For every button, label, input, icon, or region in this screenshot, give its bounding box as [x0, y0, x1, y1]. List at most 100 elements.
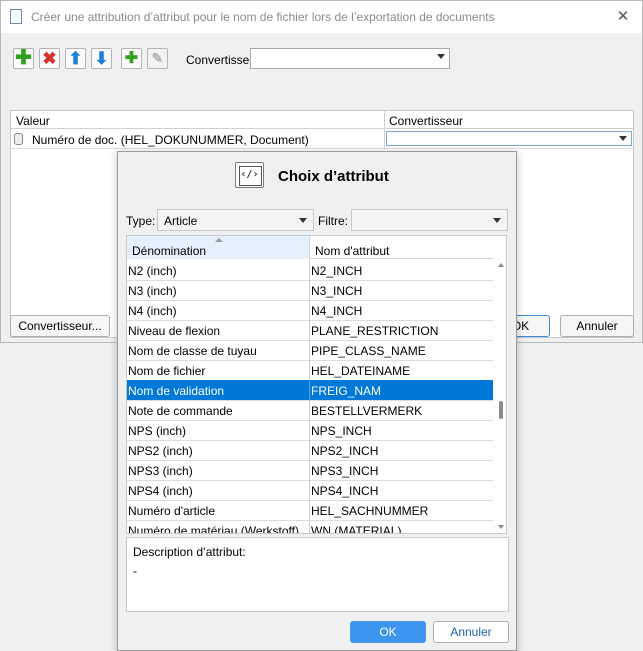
attr-key: HEL_SACHNUMMER — [311, 504, 429, 518]
modal-title: Choix d’attribut — [278, 168, 389, 185]
converter-button[interactable]: Convertisseur... — [10, 315, 110, 337]
list-item[interactable]: Note de commande BESTELLVERMERK — [127, 400, 493, 421]
attribute-description-box: Description d’attribut: - — [126, 537, 509, 612]
attr-name: Nom de validation — [128, 384, 225, 398]
attribute-list: Dénomination Nom d'attribut N2 (inch) N2_… — [126, 235, 507, 534]
attr-key: PIPE_CLASS_NAME — [311, 344, 426, 358]
converter-dropdown[interactable] — [250, 48, 450, 69]
type-label: Type: — [126, 214, 156, 228]
chevron-down-icon — [437, 54, 445, 59]
attr-key: FREIG_NAM — [311, 384, 382, 398]
attr-name: N3 (inch) — [128, 284, 177, 298]
list-item[interactable]: N3 (inch) N3_INCH — [127, 280, 493, 301]
attr-name: Note de commande — [128, 404, 233, 418]
attr-key: N4_INCH — [311, 304, 363, 318]
add-child-icon: ✚ — [124, 50, 139, 67]
scrollbar-thumb[interactable] — [499, 401, 503, 419]
chevron-down-icon — [619, 136, 627, 141]
list-scrollbar[interactable] — [495, 260, 506, 533]
filter-label: Filtre: — [318, 214, 348, 228]
attr-key: NPS2_INCH — [311, 444, 379, 458]
attr-name: N2 (inch) — [128, 264, 177, 278]
attr-name: Nom de fichier — [128, 364, 206, 378]
attr-key: N3_INCH — [311, 284, 363, 298]
type-dropdown-value: Article — [164, 214, 198, 228]
grid-row[interactable]: Numéro de doc. (HEL_DOKUNUMMER, Document… — [11, 129, 633, 149]
chevron-down-icon — [493, 218, 501, 223]
arrow-up-icon: ⬆ — [68, 49, 83, 68]
list-item[interactable]: NPS2 (inch) NPS2_INCH — [127, 440, 493, 461]
list-item[interactable]: N2 (inch) N2_INCH — [127, 260, 493, 281]
filter-dropdown[interactable] — [351, 209, 508, 231]
description-value: - — [133, 564, 137, 578]
attr-name: NPS3 (inch) — [128, 464, 193, 478]
column-divider — [309, 236, 310, 259]
outer-cancel-button[interactable]: Annuler — [560, 315, 634, 337]
sort-ascending-icon — [215, 238, 223, 242]
attr-name: N4 (inch) — [128, 304, 177, 318]
attr-key: NPS_INCH — [311, 424, 372, 438]
list-item[interactable]: NPS4 (inch) NPS4_INCH — [127, 480, 493, 501]
plus-icon: ✚ — [15, 47, 32, 69]
attr-name: NPS (inch) — [128, 424, 187, 438]
attr-name: Numéro d'article — [128, 504, 215, 518]
attr-name: Nom de classe de tuyau — [128, 344, 257, 358]
column-divider — [384, 129, 385, 149]
move-down-button[interactable]: ⬇ — [91, 48, 112, 69]
attr-key: NPS3_INCH — [311, 464, 379, 478]
document-icon — [10, 9, 22, 24]
add-button[interactable]: ✚ — [13, 48, 34, 69]
list-item[interactable]: N4 (inch) N4_INCH — [127, 300, 493, 321]
attr-key: PLANE_RESTRICTION — [311, 324, 439, 338]
grid-cell-converter-dropdown[interactable] — [386, 131, 632, 146]
attr-name: Niveau de flexion — [128, 324, 221, 338]
chevron-down-icon — [299, 218, 307, 223]
attr-key: N2_INCH — [311, 264, 363, 278]
column-header-name[interactable]: Dénomination — [127, 236, 309, 259]
description-label: Description d’attribut: — [133, 545, 246, 559]
attr-key: NPS4_INCH — [311, 484, 379, 498]
move-up-button[interactable]: ⬆ — [65, 48, 86, 69]
column-header-converter[interactable]: Convertisseur — [389, 114, 463, 128]
list-item[interactable]: Nom de fichier HEL_DATEINAME — [127, 360, 493, 381]
delete-button[interactable]: ✖ — [39, 48, 60, 69]
attr-name: NPS2 (inch) — [128, 444, 193, 458]
scroll-up-icon[interactable] — [498, 263, 504, 267]
column-header-attr[interactable]: Nom d'attribut — [315, 244, 389, 258]
arrow-down-icon: ⬇ — [94, 49, 109, 68]
column-header-value[interactable]: Valeur — [16, 114, 50, 128]
grid-header: Valeur Convertisseur — [11, 111, 633, 129]
column-divider — [384, 111, 385, 129]
grid-cell-value: Numéro de doc. (HEL_DOKUNUMMER, Document… — [32, 133, 309, 147]
attr-key: HEL_DATEINAME — [311, 364, 411, 378]
column-header-name-label: Dénomination — [132, 244, 207, 258]
type-dropdown[interactable]: Article — [157, 209, 314, 231]
edit-button[interactable]: ✎ — [147, 48, 168, 69]
list-item[interactable]: Nom de classe de tuyau PIPE_CLASS_NAME — [127, 340, 493, 361]
close-icon[interactable]: ✕ — [613, 7, 633, 27]
delete-x-icon: ✖ — [42, 49, 57, 68]
attr-key: WN (MATERIAL) — [311, 524, 402, 534]
list-item[interactable]: NPS3 (inch) NPS3_INCH — [127, 460, 493, 481]
add-child-button[interactable]: ✚ — [121, 48, 142, 69]
edit-pencil-icon: ✎ — [151, 50, 164, 66]
modal-cancel-button[interactable]: Annuler — [433, 621, 509, 643]
modal-ok-button[interactable]: OK — [350, 621, 426, 643]
list-item[interactable]: NPS (inch) NPS_INCH — [127, 420, 493, 441]
list-header: Dénomination Nom d'attribut — [127, 236, 493, 259]
code-tag-icon: ‹/› — [235, 162, 264, 188]
attr-key: BESTELLVERMERK — [311, 404, 423, 418]
attr-name: NPS4 (inch) — [128, 484, 193, 498]
list-item[interactable]: Numéro d'article HEL_SACHNUMMER — [127, 500, 493, 521]
scroll-down-icon[interactable] — [498, 525, 504, 529]
list-item[interactable]: Niveau de flexion PLANE_RESTRICTION — [127, 320, 493, 341]
list-item[interactable]: Numéro de matériau (Werkstoff) WN (MATERI… — [127, 520, 493, 534]
converter-label: Convertisse — [186, 53, 250, 67]
attribute-choice-dialog: ‹/› Choix d’attribut Type: Article Filtr… — [117, 151, 517, 651]
database-icon — [14, 133, 23, 145]
outer-title-bar: Créer une attribution d’attribut pour le… — [1, 1, 642, 33]
list-item-selected[interactable]: Nom de validation FREIG_NAM — [127, 380, 493, 401]
outer-title: Créer une attribution d’attribut pour le… — [31, 10, 495, 24]
attr-name: Numéro de matériau (Werkstoff) — [128, 524, 299, 534]
list-rows: N2 (inch) N2_INCH N3 (inch) N3_INCH N4 (in… — [127, 260, 493, 534]
